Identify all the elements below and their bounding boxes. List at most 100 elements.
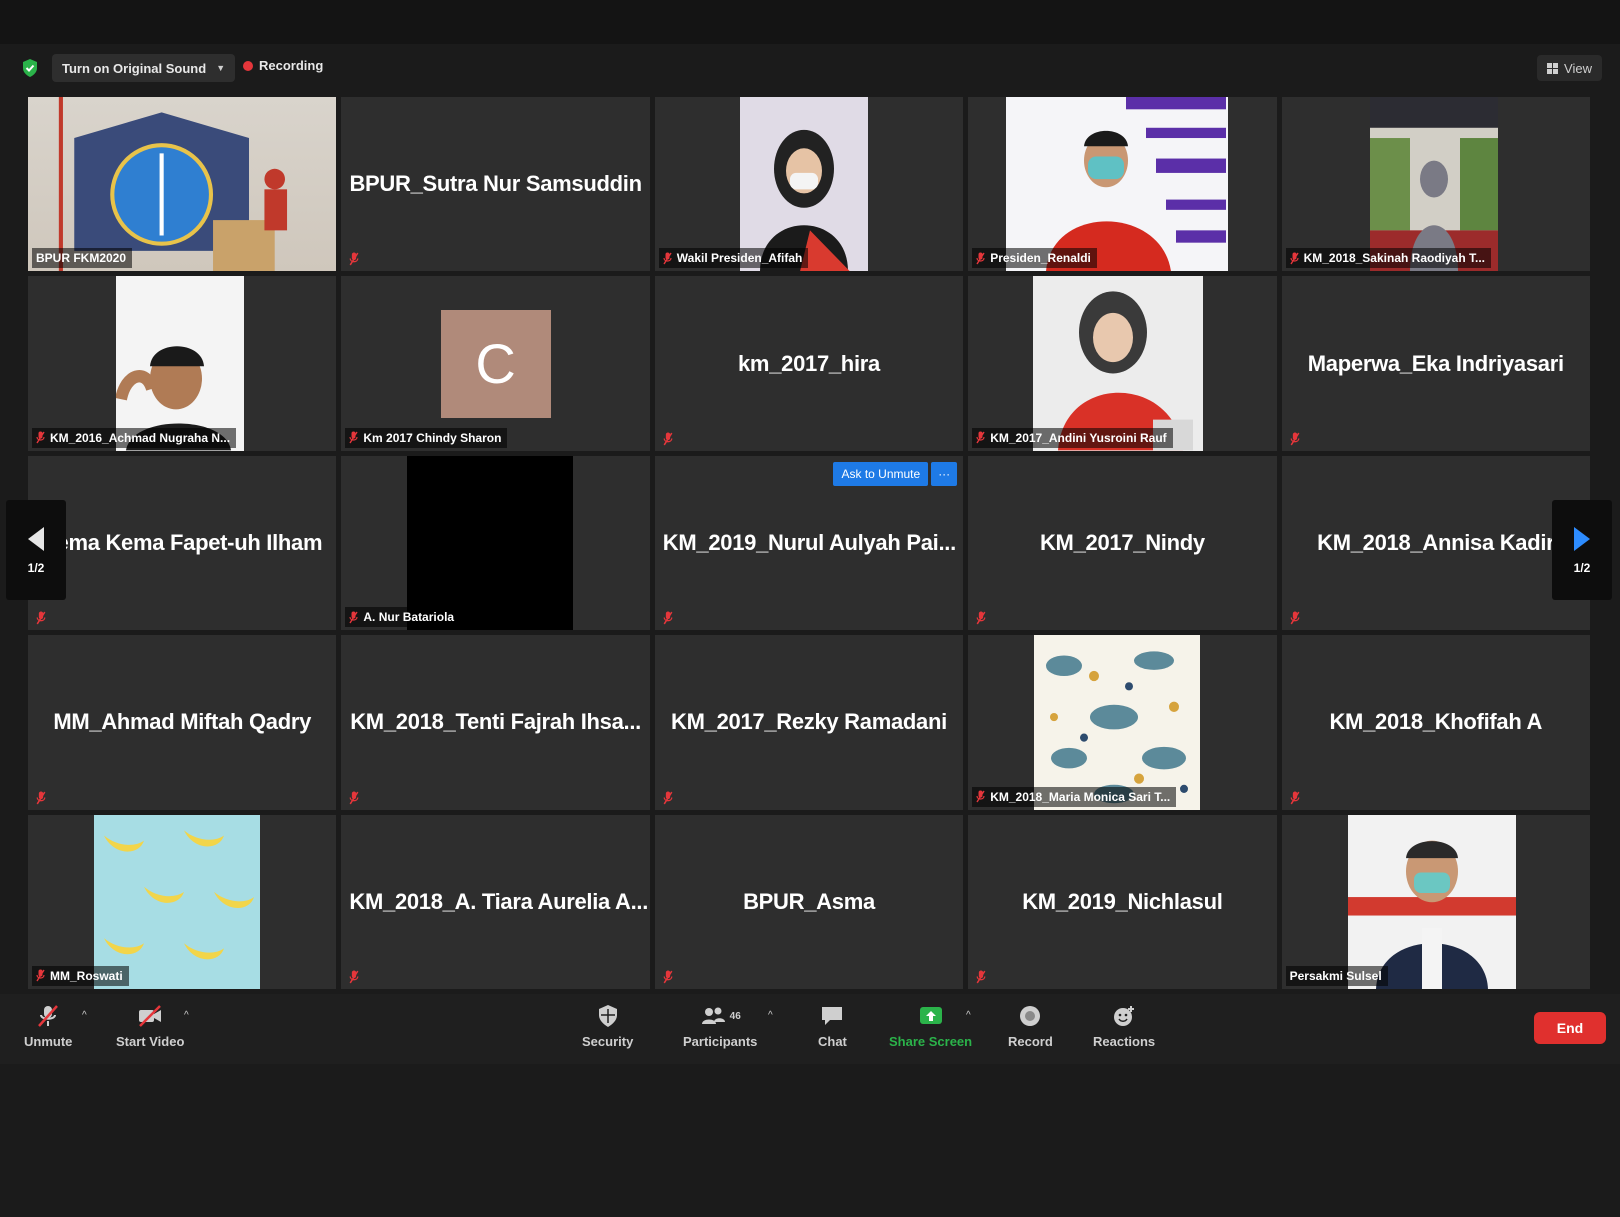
- shield-check-icon[interactable]: [21, 58, 39, 78]
- record-label: Record: [1008, 1034, 1053, 1049]
- participant-tile[interactable]: KM_2019_Nurul Aulyah Pai... Ask to Unmute…: [654, 455, 964, 631]
- video-feed: [115, 276, 244, 451]
- participant-name-large: Sema Kema Fapet-uh Ilham: [42, 529, 323, 555]
- grid-view-icon: [1547, 62, 1559, 74]
- video-feed: [1347, 814, 1516, 989]
- microphone-muted-icon: [663, 252, 672, 265]
- participant-name: KM_2018_Maria Monica Sari T...: [990, 789, 1171, 804]
- participant-tile[interactable]: KM_2018_A. Tiara Aurelia A...: [341, 814, 650, 989]
- participant-tile[interactable]: KM_2017_Rezky Ramadani: [654, 635, 964, 810]
- security-label: Security: [582, 1034, 634, 1049]
- microphone-muted-icon: [1290, 791, 1300, 805]
- participant-name-tag: BPUR FKM2020: [32, 248, 133, 269]
- participant-tile[interactable]: Maperwa_Eka Indriyasari: [1281, 276, 1590, 451]
- participant-name-large: KM_2018_Khofifah A: [1329, 709, 1543, 735]
- participant-name-tag: Km 2017 Chindy Sharon: [345, 427, 508, 448]
- participants-icon-group: 46: [700, 1004, 741, 1028]
- participant-tile[interactable]: KM_2018_Sakinah Raodiyah T...: [1281, 97, 1590, 272]
- participant-name: Km 2017 Chindy Sharon: [363, 430, 502, 445]
- participant-name: KM_2017_Andini Yusroini Rauf: [990, 430, 1167, 445]
- participant-name-tag: KM_2017_Andini Yusroini Rauf: [972, 427, 1173, 448]
- microphone-muted-icon: [36, 431, 45, 444]
- next-page-button[interactable]: 1/2: [1552, 500, 1612, 600]
- microphone-muted-icon: [349, 252, 359, 266]
- gallery-view-grid: BPUR FKM2020 BPUR_Sutra Nur Samsuddin Waki…: [28, 97, 1590, 989]
- participant-tile[interactable]: KM_2018_Khofifah A: [1281, 635, 1590, 810]
- original-sound-button[interactable]: Turn on Original Sound ▼: [52, 54, 236, 82]
- participant-tile[interactable]: KM_2017_Andini Yusroini Rauf: [968, 276, 1277, 451]
- participant-tile[interactable]: KM_2018_Annisa Kadir: [1281, 455, 1590, 631]
- participant-name-large: Maperwa_Eka Indriyasari: [1307, 350, 1564, 376]
- shield-icon: [598, 1005, 617, 1027]
- participants-label: Participants: [683, 1034, 758, 1049]
- microphone-muted-icon: [976, 431, 985, 444]
- participant-tile[interactable]: MM_Ahmad Miftah Qadry: [28, 635, 337, 810]
- participant-name-large: KM_2019_Nichlasul: [1022, 888, 1223, 914]
- participant-name: BPUR FKM2020: [36, 251, 127, 266]
- microphone-muted-icon: [663, 970, 673, 984]
- participant-tile[interactable]: KM_2018_Maria Monica Sari T...: [968, 635, 1277, 810]
- ask-to-unmute-button[interactable]: Ask to Unmute: [833, 461, 929, 486]
- microphone-muted-icon: [1289, 252, 1299, 265]
- record-button[interactable]: Record: [1008, 1004, 1053, 1049]
- participant-tile[interactable]: KM_2016_Achmad Nugraha N...: [28, 276, 337, 451]
- microphone-muted-icon: [349, 431, 358, 444]
- share-screen-label: Share Screen: [889, 1034, 973, 1049]
- participant-name: A. Nur Batariola: [363, 610, 455, 625]
- participant-tile[interactable]: Sema Kema Fapet-uh Ilham: [28, 455, 337, 631]
- chat-label: Chat: [818, 1034, 847, 1049]
- video-feed: [1369, 97, 1498, 272]
- previous-page-button[interactable]: 1/2: [6, 500, 66, 600]
- participant-name-large: KM_2018_A. Tiara Aurelia A...: [349, 888, 649, 914]
- chat-button[interactable]: Chat: [818, 1004, 847, 1049]
- microphone-muted-icon: [1290, 611, 1300, 625]
- start-video-button[interactable]: Start Video: [116, 1004, 184, 1049]
- microphone-muted-icon: [36, 791, 46, 805]
- video-feed: [28, 97, 337, 272]
- more-options-button[interactable]: ···: [931, 461, 958, 486]
- participant-name-large: KM_2018_Annisa Kadir: [1317, 529, 1555, 555]
- video-feed: [407, 455, 574, 631]
- microphone-muted-icon: [36, 611, 46, 625]
- reactions-button[interactable]: Reactions: [1093, 1004, 1155, 1049]
- end-meeting-button[interactable]: End: [1534, 1012, 1606, 1044]
- microphone-muted-icon: [1290, 432, 1300, 446]
- participant-tile[interactable]: BPUR_Asma: [654, 814, 964, 989]
- chevron-down-icon[interactable]: ▼: [216, 63, 225, 73]
- participant-tile[interactable]: Persakmi Sulsel: [1281, 814, 1590, 989]
- microphone-muted-icon: [38, 1005, 59, 1027]
- participant-tile[interactable]: KM_2019_Nichlasul: [968, 814, 1277, 989]
- participant-tile[interactable]: BPUR_Sutra Nur Samsuddin: [341, 97, 650, 272]
- participant-name: Presiden_Renaldi: [990, 251, 1091, 266]
- ask-to-unmute-group: Ask to Unmute ···: [833, 461, 958, 486]
- smiley-icon: [1114, 1006, 1135, 1026]
- participant-name-large: km_2017_hira: [738, 350, 880, 376]
- participants-button[interactable]: 46 Participants: [683, 1004, 757, 1049]
- chevron-up-icon[interactable]: ^: [82, 1010, 87, 1021]
- chevron-up-icon[interactable]: ^: [966, 1010, 971, 1021]
- share-screen-button[interactable]: Share Screen: [889, 1004, 972, 1049]
- participant-tile[interactable]: km_2017_hira: [654, 276, 964, 451]
- participant-name-large: BPUR_Asma: [743, 888, 875, 914]
- chevron-up-icon[interactable]: ^: [184, 1010, 189, 1021]
- start-video-label: Start Video: [116, 1034, 185, 1049]
- participant-tile[interactable]: C Km 2017 Chindy Sharon: [341, 276, 650, 451]
- view-button[interactable]: View: [1537, 55, 1602, 81]
- recording-indicator: Recording: [243, 58, 323, 73]
- participant-name-tag: A. Nur Batariola: [345, 607, 461, 628]
- participant-tile[interactable]: BPUR FKM2020: [28, 97, 337, 272]
- participant-tile[interactable]: Presiden_Renaldi: [968, 97, 1277, 272]
- video-feed: [1034, 635, 1201, 810]
- record-dot-icon: [243, 60, 253, 71]
- participant-tile[interactable]: MM_Roswati: [28, 814, 337, 989]
- participant-name-tag: Presiden_Renaldi: [972, 248, 1097, 269]
- participant-tile[interactable]: KM_2018_Tenti Fajrah Ihsa...: [341, 635, 650, 810]
- participant-tile[interactable]: A. Nur Batariola: [341, 455, 650, 631]
- unmute-button[interactable]: Unmute: [24, 1004, 72, 1049]
- microphone-muted-icon: [663, 791, 673, 805]
- participant-tile[interactable]: KM_2017_Nindy: [968, 455, 1277, 631]
- chevron-up-icon[interactable]: ^: [768, 1010, 773, 1021]
- security-button[interactable]: Security: [582, 1004, 633, 1049]
- video-feed: [94, 814, 260, 989]
- participant-tile[interactable]: Wakil Presiden_Afifah: [654, 97, 964, 272]
